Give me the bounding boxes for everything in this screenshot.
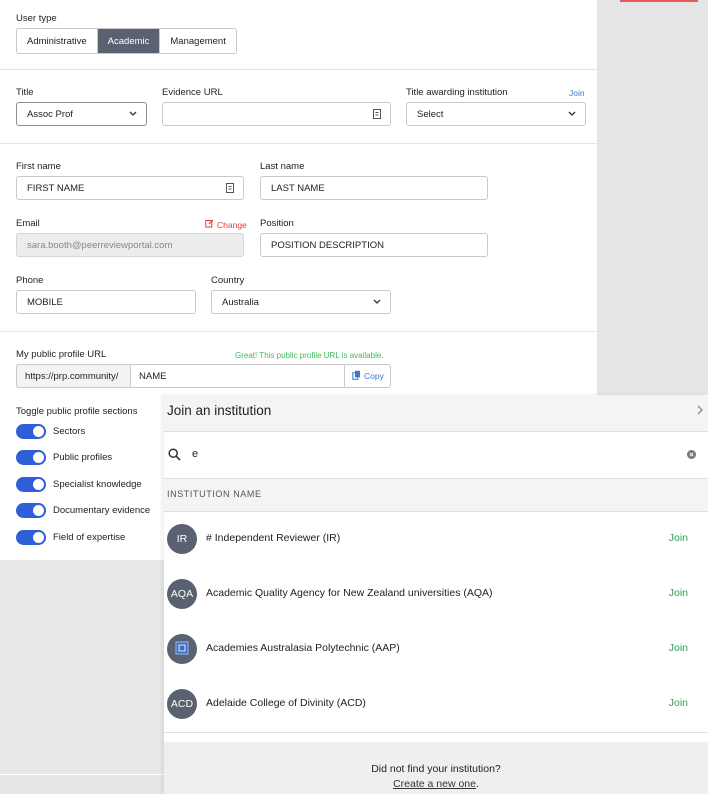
position-input[interactable]: POSITION DESCRIPTION [260,233,488,257]
logo-icon [175,641,189,658]
email-label: Email [16,218,40,229]
segment-administrative[interactable]: Administrative [17,29,98,53]
edit-icon [205,219,214,230]
toggle-specialist-knowledge-label: Specialist knowledge [53,479,142,490]
profile-url-status: Great! This public profile URL is availa… [235,351,384,360]
copy-button[interactable]: Copy [344,364,391,388]
first-name-value: FIRST NAME [27,182,85,194]
copy-icon [352,370,361,382]
clear-icon[interactable] [687,450,696,462]
institution-select[interactable]: Select [406,102,586,126]
avatar: ACD [167,689,197,719]
title-label: Title [16,87,34,98]
evidence-url-input[interactable] [162,102,391,126]
toggle-sectors-label: Sectors [53,426,86,437]
toggle-public-profiles-label: Public profiles [53,452,113,463]
avatar: IR [167,524,197,554]
join-button[interactable]: Join [669,587,688,599]
last-name-label: Last name [260,161,305,172]
institution-value: Select [417,108,444,120]
toggle-field-of-expertise[interactable] [16,530,46,545]
last-name-value: LAST NAME [271,182,325,194]
segment-management[interactable]: Management [160,29,236,53]
toggle-specialist-knowledge[interactable] [16,477,46,492]
avatar: AQA [167,579,197,609]
top-accent-strip [620,0,698,2]
chevron-down-icon [372,296,382,311]
first-name-label: First name [16,161,61,172]
institution-label: Title awarding institution [406,87,508,98]
institution-name: # Independent Reviewer (IR) [206,532,341,544]
autofill-icon [225,182,235,197]
user-type-label: User type [16,13,57,24]
chevron-down-icon [567,108,577,123]
join-button[interactable]: Join [669,532,688,544]
toggle-public-profiles[interactable] [16,450,46,465]
table-row: Academies Australasia Polytechnic (AAP) … [164,622,708,678]
country-select[interactable]: Australia [211,290,391,314]
phone-input[interactable]: MOBILE [16,290,196,314]
last-name-input[interactable]: LAST NAME [260,176,488,200]
chevron-right-icon[interactable] [696,404,704,419]
country-label: Country [211,275,245,286]
title-select[interactable]: Assoc Prof [16,102,147,126]
join-institution-modal: Join an institution e INSTITUTION NAME I… [164,395,708,794]
profile-url-prefix: https://prp.community/ [16,364,131,388]
profile-url-prefix-text: https://prp.community/ [25,370,119,382]
user-type-segmented-control: Administrative Academic Management [16,28,237,54]
institution-search[interactable]: e [164,432,708,479]
first-name-input[interactable]: FIRST NAME [16,176,244,200]
profile-url-label: My public profile URL [16,349,107,360]
toggle-sectors[interactable] [16,424,46,439]
join-button[interactable]: Join [669,697,688,709]
email-change-link[interactable]: Change [205,219,247,230]
footer-period: . [475,778,479,790]
position-label: Position [260,218,294,229]
modal-title: Join an institution [167,403,272,418]
email-change-label: Change [217,219,247,230]
toggle-documentary-evidence-label: Documentary evidence [53,505,151,516]
search-icon [168,448,181,464]
modal-footer: Did not find your institution? Create a … [164,742,708,794]
segment-academic[interactable]: Academic [97,29,161,53]
column-header-label: INSTITUTION NAME [167,489,262,499]
profile-url-input[interactable]: NAME [130,364,345,388]
chevron-down-icon [128,108,138,123]
divider [0,143,597,144]
institution-column-header: INSTITUTION NAME [164,479,708,512]
institution-name: Academic Quality Agency for New Zealand … [206,587,493,599]
institution-join-link[interactable]: Join [569,88,585,98]
avatar [167,634,197,664]
create-institution-link[interactable]: Create a new one [393,778,476,790]
table-row: IR # Independent Reviewer (IR) Join [164,512,708,568]
footer-question: Did not find your institution? [371,763,501,775]
table-row: AQA Academic Quality Agency for New Zeal… [164,567,708,623]
search-input[interactable]: e [192,448,198,460]
country-value: Australia [222,296,259,308]
modal-header: Join an institution [164,395,708,432]
phone-label: Phone [16,275,44,286]
email-value: sara.booth@peerreviewportal.com [27,239,173,251]
evidence-url-label: Evidence URL [162,87,223,98]
phone-value: MOBILE [27,296,63,308]
divider [0,331,597,332]
divider [0,69,597,70]
copy-label: Copy [364,371,384,381]
title-value: Assoc Prof [27,108,73,120]
background-area [0,560,164,774]
institution-name: Adelaide College of Divinity (ACD) [206,697,366,709]
toggle-field-of-expertise-label: Field of expertise [53,532,126,543]
institution-name: Academies Australasia Polytechnic (AAP) [206,642,400,654]
toggle-documentary-evidence[interactable] [16,503,46,518]
footer-create-line: Create a new one. [164,778,708,790]
join-button[interactable]: Join [669,642,688,654]
email-field: sara.booth@peerreviewportal.com [16,233,244,257]
table-row: ACD Adelaide College of Divinity (ACD) J… [164,677,708,733]
profile-url-value: NAME [139,370,167,382]
autofill-icon [372,108,382,123]
position-value: POSITION DESCRIPTION [271,239,384,251]
toggles-label: Toggle public profile sections [16,406,138,417]
